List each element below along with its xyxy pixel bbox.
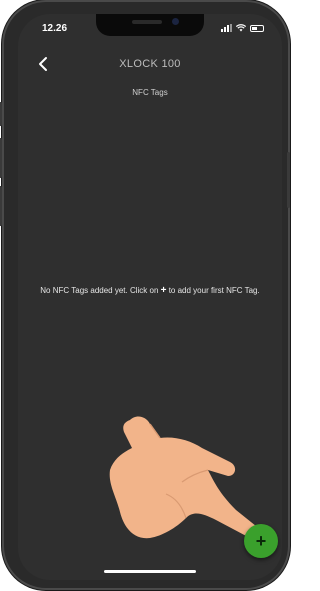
home-indicator (104, 570, 196, 573)
side-button (0, 186, 2, 226)
side-button (287, 152, 290, 208)
status-time: 12.26 (42, 23, 68, 34)
signal-icon (221, 24, 232, 32)
speaker (132, 20, 162, 24)
section-title: NFC Tags (132, 88, 168, 97)
add-nfc-tag-button[interactable]: + (244, 524, 278, 558)
empty-state-text: No NFC Tags added yet. Click on (40, 286, 161, 295)
pointing-hand-icon (109, 416, 260, 539)
phone-frame: 12.26 XLOCK 100 NFC Tags No NFC Tags add… (0, 2, 290, 588)
notch (96, 14, 204, 36)
screen: 12.26 XLOCK 100 NFC Tags No NFC Tags add… (18, 14, 282, 580)
front-camera (172, 18, 179, 25)
status-icons (221, 24, 264, 32)
side-button (0, 138, 2, 178)
empty-state-message: No NFC Tags added yet. Click on + to add… (28, 286, 272, 296)
battery-icon (250, 24, 264, 32)
empty-state-text: to add your first NFC Tag. (166, 286, 260, 295)
wifi-icon (236, 24, 246, 32)
page-title: XLOCK 100 (119, 58, 181, 70)
side-button (0, 102, 2, 126)
